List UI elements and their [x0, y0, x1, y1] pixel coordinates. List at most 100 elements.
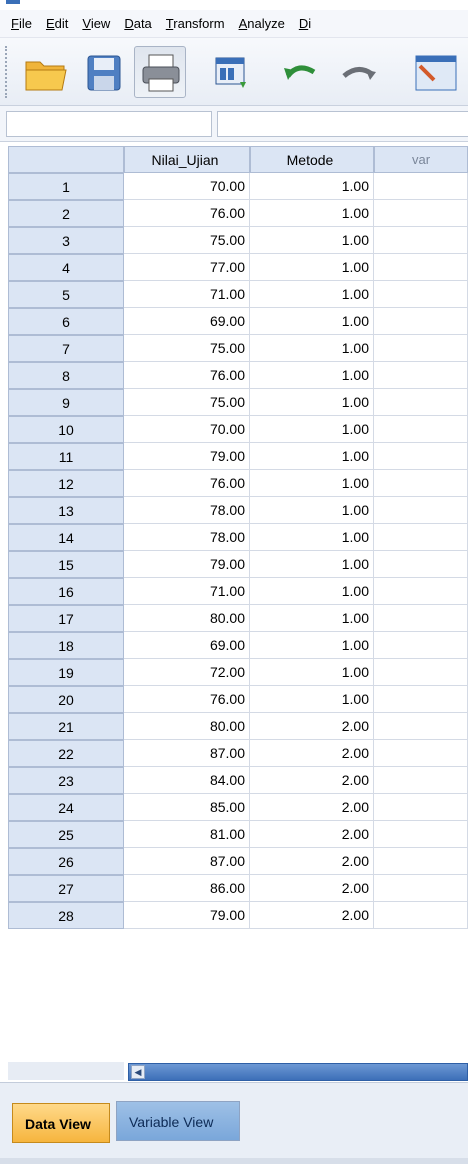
cell-nilai-ujian[interactable]: 71.00: [124, 281, 250, 308]
cell-nilai-ujian[interactable]: 76.00: [124, 362, 250, 389]
save-button[interactable]: [78, 46, 130, 98]
cell-var-empty[interactable]: [374, 281, 468, 308]
cell-nilai-ujian[interactable]: 78.00: [124, 524, 250, 551]
row-number[interactable]: 21: [8, 713, 124, 740]
row-number[interactable]: 12: [8, 470, 124, 497]
cell-metode[interactable]: 2.00: [250, 848, 374, 875]
cell-nilai-ujian[interactable]: 75.00: [124, 335, 250, 362]
cell-metode[interactable]: 1.00: [250, 254, 374, 281]
cell-metode[interactable]: 2.00: [250, 875, 374, 902]
horizontal-scrollbar[interactable]: ◀: [0, 1060, 468, 1082]
cell-var-empty[interactable]: [374, 173, 468, 200]
row-number[interactable]: 19: [8, 659, 124, 686]
row-number[interactable]: 5: [8, 281, 124, 308]
open-button[interactable]: [20, 46, 72, 98]
cell-var-empty[interactable]: [374, 335, 468, 362]
menu-di[interactable]: Di: [292, 10, 318, 38]
cell-metode[interactable]: 2.00: [250, 767, 374, 794]
cell-nilai-ujian[interactable]: 70.00: [124, 173, 250, 200]
cell-metode[interactable]: 1.00: [250, 524, 374, 551]
cell-nilai-ujian[interactable]: 72.00: [124, 659, 250, 686]
row-number[interactable]: 23: [8, 767, 124, 794]
cell-name-box[interactable]: [6, 111, 212, 137]
cell-metode[interactable]: 1.00: [250, 362, 374, 389]
cell-metode[interactable]: 2.00: [250, 713, 374, 740]
row-number[interactable]: 4: [8, 254, 124, 281]
row-number[interactable]: 8: [8, 362, 124, 389]
cell-metode[interactable]: 1.00: [250, 416, 374, 443]
row-number[interactable]: 10: [8, 416, 124, 443]
cell-nilai-ujian[interactable]: 80.00: [124, 605, 250, 632]
cell-metode[interactable]: 1.00: [250, 308, 374, 335]
cell-nilai-ujian[interactable]: 75.00: [124, 227, 250, 254]
row-number[interactable]: 25: [8, 821, 124, 848]
cell-metode[interactable]: 1.00: [250, 497, 374, 524]
dialog-recall-button[interactable]: [206, 46, 258, 98]
cell-var-empty[interactable]: [374, 875, 468, 902]
corner-cell[interactable]: [8, 146, 124, 173]
cell-nilai-ujian[interactable]: 87.00: [124, 740, 250, 767]
menu-file[interactable]: File: [4, 10, 39, 38]
cell-value-box[interactable]: [217, 111, 468, 137]
row-number[interactable]: 18: [8, 632, 124, 659]
row-number[interactable]: 13: [8, 497, 124, 524]
cell-metode[interactable]: 2.00: [250, 794, 374, 821]
cell-var-empty[interactable]: [374, 632, 468, 659]
cell-var-empty[interactable]: [374, 362, 468, 389]
cell-nilai-ujian[interactable]: 81.00: [124, 821, 250, 848]
cell-nilai-ujian[interactable]: 87.00: [124, 848, 250, 875]
row-number[interactable]: 11: [8, 443, 124, 470]
cell-var-empty[interactable]: [374, 200, 468, 227]
cell-metode[interactable]: 1.00: [250, 578, 374, 605]
cell-nilai-ujian[interactable]: 86.00: [124, 875, 250, 902]
cell-nilai-ujian[interactable]: 77.00: [124, 254, 250, 281]
cell-nilai-ujian[interactable]: 79.00: [124, 443, 250, 470]
row-number[interactable]: 14: [8, 524, 124, 551]
menu-analyze[interactable]: Analyze: [232, 10, 292, 38]
cell-nilai-ujian[interactable]: 70.00: [124, 416, 250, 443]
row-number[interactable]: 16: [8, 578, 124, 605]
cell-var-empty[interactable]: [374, 767, 468, 794]
row-number[interactable]: 6: [8, 308, 124, 335]
cell-var-empty[interactable]: [374, 578, 468, 605]
cell-var-empty[interactable]: [374, 443, 468, 470]
cell-metode[interactable]: 1.00: [250, 605, 374, 632]
cell-nilai-ujian[interactable]: 75.00: [124, 389, 250, 416]
row-number[interactable]: 7: [8, 335, 124, 362]
cell-var-empty[interactable]: [374, 524, 468, 551]
cell-metode[interactable]: 1.00: [250, 443, 374, 470]
cell-nilai-ujian[interactable]: 76.00: [124, 686, 250, 713]
cell-nilai-ujian[interactable]: 84.00: [124, 767, 250, 794]
row-number[interactable]: 9: [8, 389, 124, 416]
cell-var-empty[interactable]: [374, 740, 468, 767]
cell-nilai-ujian[interactable]: 71.00: [124, 578, 250, 605]
cell-var-empty[interactable]: [374, 821, 468, 848]
cell-metode[interactable]: 1.00: [250, 227, 374, 254]
cell-nilai-ujian[interactable]: 78.00: [124, 497, 250, 524]
cell-metode[interactable]: 1.00: [250, 551, 374, 578]
cell-var-empty[interactable]: [374, 389, 468, 416]
scroll-thumb[interactable]: [128, 1063, 468, 1081]
row-number[interactable]: 3: [8, 227, 124, 254]
row-number[interactable]: 2: [8, 200, 124, 227]
cell-metode[interactable]: 1.00: [250, 659, 374, 686]
cell-var-empty[interactable]: [374, 254, 468, 281]
cell-var-empty[interactable]: [374, 605, 468, 632]
cell-metode[interactable]: 1.00: [250, 632, 374, 659]
cell-var-empty[interactable]: [374, 848, 468, 875]
column-header-metode[interactable]: Metode: [250, 146, 374, 173]
cell-nilai-ujian[interactable]: 79.00: [124, 902, 250, 929]
cell-var-empty[interactable]: [374, 416, 468, 443]
menu-edit[interactable]: Edit: [39, 10, 75, 38]
row-number[interactable]: 24: [8, 794, 124, 821]
cell-metode[interactable]: 1.00: [250, 200, 374, 227]
cell-var-empty[interactable]: [374, 308, 468, 335]
column-header-var[interactable]: var: [374, 146, 468, 173]
toolbar-grip[interactable]: [5, 46, 8, 98]
cell-nilai-ujian[interactable]: 76.00: [124, 470, 250, 497]
row-number[interactable]: 20: [8, 686, 124, 713]
goto-case-button[interactable]: [406, 46, 468, 98]
cell-nilai-ujian[interactable]: 69.00: [124, 632, 250, 659]
row-number[interactable]: 28: [8, 902, 124, 929]
cell-metode[interactable]: 2.00: [250, 821, 374, 848]
